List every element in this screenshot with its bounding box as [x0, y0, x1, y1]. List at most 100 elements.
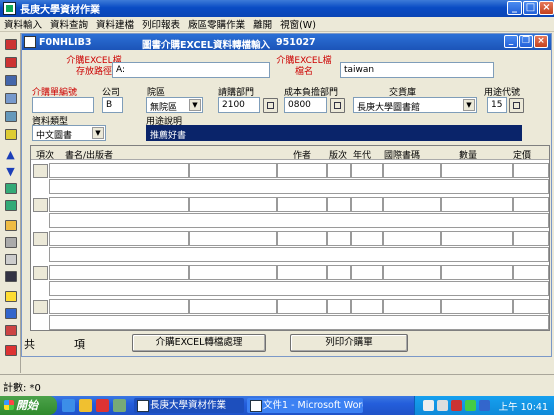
row-selector[interactable]	[33, 232, 48, 246]
row-selector[interactable]	[33, 198, 48, 212]
tools-icon[interactable]	[3, 323, 18, 337]
grid-cell[interactable]	[277, 197, 327, 212]
grid-cell[interactable]	[441, 197, 513, 212]
grid-cell[interactable]	[189, 197, 277, 212]
close-button[interactable]: ×	[539, 1, 554, 15]
type-select[interactable]: 中文圖書 ▼	[32, 125, 106, 141]
grid-cell[interactable]	[513, 299, 549, 314]
grid-cell[interactable]	[327, 197, 351, 212]
cost-dept-input[interactable]: 0800	[284, 97, 327, 113]
grid-cell[interactable]	[513, 197, 549, 212]
grid-cell[interactable]	[441, 299, 513, 314]
table-row[interactable]	[31, 162, 549, 196]
task-erp[interactable]: 長庚大學資材作業	[134, 398, 244, 413]
grid-cell[interactable]	[351, 299, 383, 314]
grid-cell[interactable]	[277, 163, 327, 178]
volume-icon[interactable]	[479, 400, 490, 411]
minimize-button[interactable]: _	[507, 1, 522, 15]
form-restore-button[interactable]: ❐	[519, 35, 533, 48]
request-dept-input[interactable]: 2100	[218, 97, 260, 113]
table-row[interactable]	[31, 298, 549, 330]
menu-data-input[interactable]: 資料輸入	[0, 17, 46, 31]
last-record-icon[interactable]	[3, 198, 18, 212]
grid-cell[interactable]	[441, 265, 513, 280]
purpose-desc-input[interactable]: 推薦好書	[146, 125, 522, 141]
grid-cell[interactable]	[327, 163, 351, 178]
copy-icon[interactable]	[3, 109, 18, 123]
table-row[interactable]	[31, 196, 549, 230]
grid-cell[interactable]	[327, 265, 351, 280]
grid-cell[interactable]	[351, 265, 383, 280]
grid-cell[interactable]	[277, 299, 327, 314]
grid-cell[interactable]	[49, 265, 189, 280]
form-close-button[interactable]: ×	[534, 35, 548, 48]
start-button[interactable]: 開始	[0, 396, 57, 415]
grid-cell[interactable]	[383, 163, 441, 178]
print-order-button[interactable]: 列印介購單	[290, 334, 408, 352]
grid-cell[interactable]	[277, 231, 327, 246]
cost-dept-lookup-icon[interactable]	[330, 98, 345, 113]
ie-icon[interactable]	[62, 399, 75, 412]
grid-cell[interactable]	[383, 197, 441, 212]
publisher-cell[interactable]	[49, 179, 549, 194]
grid-cell[interactable]	[351, 231, 383, 246]
row-selector[interactable]	[33, 300, 48, 314]
quicklaunch-app-icon[interactable]	[96, 399, 109, 412]
table-row[interactable]	[31, 264, 549, 298]
save-icon[interactable]	[3, 269, 18, 283]
record-icon[interactable]	[3, 37, 18, 51]
menu-plant-purchase[interactable]: 廠區零購作業	[184, 17, 249, 31]
grid-cell[interactable]	[383, 231, 441, 246]
purpose-code-input[interactable]: 15	[487, 97, 507, 113]
publisher-cell[interactable]	[49, 213, 549, 228]
chevron-down-icon[interactable]: ▼	[463, 99, 475, 111]
grid-cell[interactable]	[383, 265, 441, 280]
purpose-code-lookup-icon[interactable]	[509, 98, 524, 113]
folder-icon[interactable]	[79, 399, 92, 412]
publisher-cell[interactable]	[49, 281, 549, 296]
info-icon[interactable]	[3, 306, 18, 320]
publisher-cell[interactable]	[49, 315, 549, 330]
grid-cell[interactable]	[513, 163, 549, 178]
ime-icon[interactable]	[423, 400, 434, 411]
chevron-down-icon[interactable]: ▼	[92, 127, 104, 139]
company-input[interactable]: B	[102, 97, 123, 113]
form-minimize-button[interactable]: _	[504, 35, 518, 48]
binoculars-icon[interactable]	[3, 73, 18, 87]
grid-cell[interactable]	[327, 231, 351, 246]
grid-cell[interactable]	[441, 231, 513, 246]
table-row[interactable]	[31, 230, 549, 264]
first-record-icon[interactable]	[3, 181, 18, 195]
publisher-cell[interactable]	[49, 247, 549, 262]
maximize-button[interactable]: □	[523, 1, 538, 15]
row-selector[interactable]	[33, 266, 48, 280]
excel-filename-input[interactable]: taiwan	[340, 62, 494, 78]
grid-cell[interactable]	[383, 299, 441, 314]
stop-icon[interactable]	[3, 55, 18, 69]
edit-icon[interactable]	[3, 91, 18, 105]
arrow-down-icon[interactable]: ▼	[3, 164, 18, 178]
grid-cell[interactable]	[49, 231, 189, 246]
desktop-icon[interactable]	[113, 399, 126, 412]
chevron-down-icon[interactable]: ▼	[189, 99, 201, 111]
antivirus-icon[interactable]	[451, 400, 462, 411]
grid-cell[interactable]	[441, 163, 513, 178]
grid-cell[interactable]	[189, 299, 277, 314]
campus-select[interactable]: 無院區 ▼	[146, 97, 203, 113]
row-selector[interactable]	[33, 164, 48, 178]
grid-cell[interactable]	[351, 163, 383, 178]
grid-cell[interactable]	[49, 163, 189, 178]
menu-data-setup[interactable]: 資料建檔	[92, 17, 138, 31]
grid-cell[interactable]	[351, 197, 383, 212]
excel-path-input[interactable]: A:	[112, 62, 270, 78]
order-no-input[interactable]	[32, 97, 94, 113]
grid-cell[interactable]	[513, 265, 549, 280]
grid-cell[interactable]	[189, 163, 277, 178]
grid-cell[interactable]	[277, 265, 327, 280]
request-dept-lookup-icon[interactable]	[263, 98, 278, 113]
warehouse-select[interactable]: 長庚大學圖書館 ▼	[353, 97, 477, 113]
grid-cell[interactable]	[189, 231, 277, 246]
help-icon[interactable]	[3, 289, 18, 303]
exit-icon[interactable]	[3, 343, 18, 357]
grid-cell[interactable]	[49, 197, 189, 212]
